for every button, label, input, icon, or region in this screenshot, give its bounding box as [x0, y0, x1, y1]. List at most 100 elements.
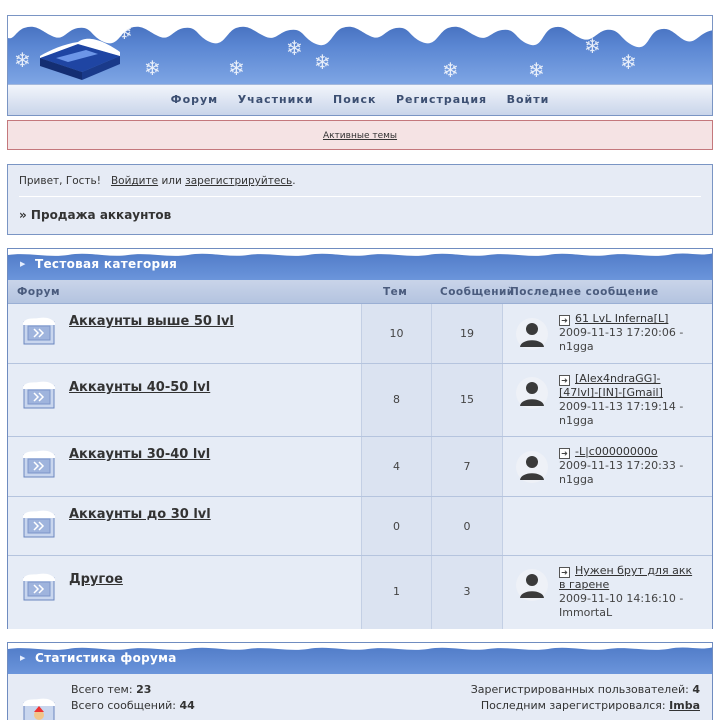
- greeting-period: .: [292, 175, 296, 187]
- category-block: ▶ Тестовая категория Форум Тем Сообщений…: [7, 248, 713, 629]
- forum-link[interactable]: Другое: [69, 572, 123, 587]
- guest-greeting: Привет, Гость! Войдите или зарегистрируй…: [19, 175, 701, 197]
- posts-count-cell: 0: [431, 497, 502, 555]
- nav-search[interactable]: Поиск: [333, 93, 376, 106]
- last-post-topic-link[interactable]: [Alex4ndraGG]-[47lvl]-[IN]-[Gmail]: [559, 372, 663, 399]
- forum-cell: Аккаунты до 30 lvl: [8, 497, 361, 555]
- stats-users-icon: [23, 698, 55, 720]
- topics-count-cell: 1: [361, 556, 431, 629]
- user-avatar-icon: [516, 318, 548, 350]
- last-post-date: 2009-11-13 17:19:14: [559, 400, 676, 413]
- active-topics-link[interactable]: Активные темы: [323, 131, 397, 141]
- header-banner: ❄ ❄ ❄ ❄ ❄ ❄ ❄ ❄ ❄ ❄ ❄: [8, 16, 712, 84]
- posts-count: 3: [463, 585, 471, 598]
- forum-link[interactable]: Аккаунты 30-40 lvl: [69, 447, 210, 462]
- category-arrow-icon: ▶: [20, 260, 26, 268]
- last-post-date: 2009-11-13 17:20:06: [559, 326, 676, 339]
- main-navigation: Форум Участники Поиск Регистрация Войти: [8, 84, 712, 115]
- last-post-cell: ➜ 61 LvL Inferna[L] 2009-11-13 17:20:06 -…: [502, 304, 712, 363]
- posts-count-cell: 15: [431, 364, 502, 436]
- snowflake-icon: ❄: [228, 56, 245, 80]
- col-forum: Форум: [17, 286, 61, 298]
- snowflake-icon: ❄: [314, 50, 331, 74]
- total-posts-stat: Всего сообщений: 44: [71, 699, 195, 712]
- snowflake-icon: ❄: [286, 36, 303, 60]
- stats-title: Статистика форума: [35, 651, 177, 665]
- total-topics-stat: Всего тем: 23: [71, 683, 151, 696]
- total-posts-label: Всего сообщений:: [71, 699, 176, 712]
- last-post-author: ImmortaL: [559, 606, 613, 619]
- login-link[interactable]: Войдите: [111, 175, 158, 187]
- post-link-icon: ➜: [559, 375, 570, 386]
- register-link[interactable]: зарегистрируйтесь: [185, 175, 292, 187]
- category-title[interactable]: Тестовая категория: [35, 257, 177, 271]
- forum-stats-block: ▶ Статистика форума Всего тем: 23 Всего …: [7, 642, 713, 720]
- posts-count: 19: [460, 327, 474, 340]
- welcome-box: Привет, Гость! Войдите или зарегистрируй…: [7, 164, 713, 235]
- topics-count: 1: [393, 585, 400, 598]
- forum-header: ❄ ❄ ❄ ❄ ❄ ❄ ❄ ❄ ❄ ❄ ❄ Форум Участники По…: [7, 15, 713, 116]
- or-text: или: [161, 175, 182, 187]
- forum-row: Аккаунты 40-50 lvl 8 15 ➜ [Alex4ndraGG]-[…: [8, 364, 712, 437]
- posts-count: 15: [460, 393, 474, 406]
- last-post-topic-link[interactable]: -L|c00000000o: [575, 445, 658, 458]
- nav-login[interactable]: Войти: [507, 93, 550, 106]
- topics-count-cell: 8: [361, 364, 431, 436]
- topics-count-cell: 0: [361, 497, 431, 555]
- forum-row: Другое 1 3 ➜ Нужен брут для акк в гарене …: [8, 556, 712, 629]
- user-avatar-icon: [516, 377, 548, 409]
- last-post-date: 2009-11-13 17:20:33: [559, 459, 676, 472]
- posts-count-cell: 19: [431, 304, 502, 363]
- forum-row: Аккаунты 30-40 lvl 4 7 ➜ -L|c00000000o 20…: [8, 437, 712, 497]
- total-topics-label: Всего тем:: [71, 683, 133, 696]
- greeting-text: Привет, Гость!: [19, 175, 101, 187]
- nav-members[interactable]: Участники: [238, 93, 314, 106]
- last-post-cell: ➜ Нужен брут для акк в гарене 2009-11-10 …: [502, 556, 712, 629]
- forum-folder-icon: [23, 510, 55, 538]
- last-registered-stat: Последним зарегистрировался: Imba: [481, 699, 700, 712]
- last-post-info: ➜ -L|c00000000o 2009-11-13 17:20:33 - n1g…: [559, 445, 684, 486]
- last-post-author: n1gga: [559, 414, 594, 427]
- posts-count: 0: [463, 520, 471, 533]
- announcement-bar: Активные темы: [7, 120, 713, 150]
- snowflake-icon: ❄: [144, 56, 161, 80]
- col-posts: Сообщений: [440, 286, 515, 298]
- posts-count: 7: [463, 460, 471, 473]
- forum-link[interactable]: Аккаунты 40-50 lvl: [69, 380, 210, 395]
- last-post-cell: ➜ -L|c00000000o 2009-11-13 17:20:33 - n1g…: [502, 437, 712, 496]
- forum-row: Аккаунты выше 50 lvl 10 19 ➜ 61 LvL Infer…: [8, 304, 712, 364]
- nav-register[interactable]: Регистрация: [396, 93, 487, 106]
- forum-link[interactable]: Аккаунты выше 50 lvl: [69, 314, 234, 329]
- topics-count: 8: [393, 393, 400, 406]
- topics-count-cell: 10: [361, 304, 431, 363]
- col-last-post: Последнее сообщение: [510, 286, 659, 298]
- breadcrumb: » Продажа аккаунтов: [19, 208, 172, 222]
- forum-cell: Аккаунты 40-50 lvl: [8, 364, 361, 436]
- topics-count-cell: 4: [361, 437, 431, 496]
- last-post-info: ➜ Нужен брут для акк в гарене 2009-11-10 …: [559, 564, 693, 619]
- post-link-icon: ➜: [559, 448, 570, 459]
- snowflake-icon: ❄: [14, 48, 31, 72]
- nav-forum[interactable]: Форум: [171, 93, 219, 106]
- posts-count-cell: 3: [431, 556, 502, 629]
- forum-link[interactable]: Аккаунты до 30 lvl: [69, 507, 211, 522]
- registered-users-stat: Зарегистрированных пользователей: 4: [471, 683, 700, 696]
- posts-count-cell: 7: [431, 437, 502, 496]
- post-link-icon: ➜: [559, 315, 570, 326]
- registered-users-label: Зарегистрированных пользователей:: [470, 683, 689, 696]
- last-post-info: ➜ [Alex4ndraGG]-[47lvl]-[IN]-[Gmail] 2009…: [559, 372, 684, 427]
- forum-logo[interactable]: [34, 30, 122, 82]
- last-post-topic-link[interactable]: 61 LvL Inferna[L]: [575, 312, 668, 325]
- forum-folder-icon: [23, 317, 55, 345]
- topics-count: 10: [389, 327, 404, 340]
- last-post-topic-link[interactable]: Нужен брут для акк в гарене: [559, 564, 692, 591]
- last-registered-user-link[interactable]: Imba: [669, 699, 700, 712]
- topics-count: 4: [393, 460, 400, 473]
- total-topics-value: 23: [136, 683, 152, 696]
- forum-folder-icon: [23, 450, 55, 478]
- snowflake-icon: ❄: [442, 58, 459, 82]
- forum-row: Аккаунты до 30 lvl 0 0: [8, 497, 712, 556]
- registered-users-value: 4: [692, 683, 700, 696]
- last-post-info: ➜ 61 LvL Inferna[L] 2009-11-13 17:20:06 -…: [559, 312, 684, 353]
- stats-arrow-icon: ▶: [20, 654, 26, 662]
